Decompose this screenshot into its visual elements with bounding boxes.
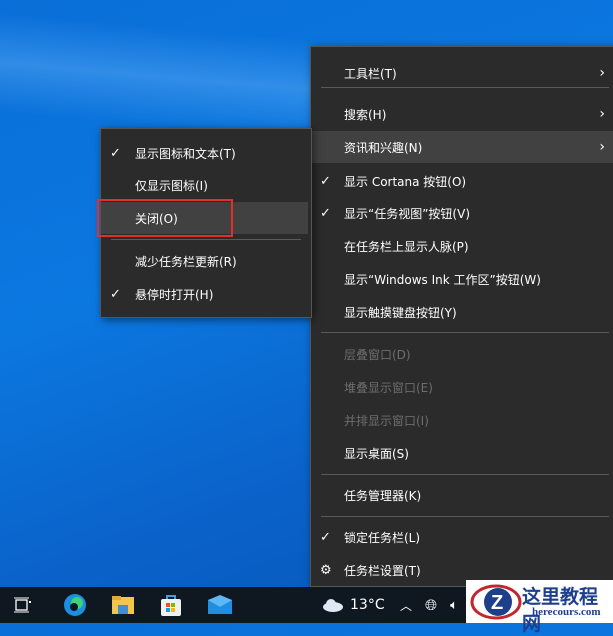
menu-item-label: 任务栏设置(T) (344, 563, 421, 578)
menu-item-12[interactable]: 显示桌面(S) (311, 437, 613, 469)
edge-icon[interactable] (58, 587, 92, 623)
menu-item-2[interactable]: 搜索(H) › (311, 98, 613, 130)
menu-item-label: 显示“任务视图”按钮(V) (344, 206, 471, 221)
menu-item-label: 减少任务栏更新(R) (135, 254, 237, 269)
menu-separator (321, 516, 609, 517)
watermark-url: herecours.com (532, 606, 601, 618)
menu-separator (111, 239, 301, 240)
menu-item-label: 搜索(H) (344, 107, 387, 122)
chevron-right-icon: › (599, 65, 605, 81)
menu-item-11: 并排显示窗口(I) (311, 404, 613, 436)
menu-item-label: 悬停时打开(H) (135, 287, 214, 302)
menu-item-2[interactable]: 仅显示图标(I) (101, 169, 311, 201)
menu-item-label: 显示触摸键盘按钮(Y) (344, 305, 457, 320)
checkmark-icon: ✓ (320, 205, 331, 221)
menu-item-3[interactable]: 资讯和兴趣(N) › (311, 131, 613, 163)
chevron-right-icon: › (599, 139, 605, 155)
menu-item-4[interactable]: ✓ 显示 Cortana 按钮(O) (311, 165, 613, 197)
menu-item-label: 仅显示图标(I) (135, 178, 208, 193)
menu-item-14[interactable]: ✓ 锁定任务栏(L) (311, 521, 613, 553)
weather-cloud-icon[interactable] (320, 587, 346, 623)
menu-item-6[interactable]: 在任务栏上显示人脉(P) (311, 230, 613, 262)
gear-icon: ⚙ (320, 562, 332, 578)
highlight-annotation (97, 199, 233, 237)
checkmark-icon: ✓ (320, 173, 331, 189)
menu-item-1[interactable]: 工具栏(T) › (311, 57, 613, 89)
menu-item-label: 工具栏(T) (344, 66, 397, 81)
menu-separator (321, 332, 609, 333)
temperature[interactable]: 13°C (350, 587, 385, 623)
menu-item-label: 显示“Windows Ink 工作区”按钮(W) (344, 272, 541, 287)
menu-item-label: 显示 Cortana 按钮(O) (344, 174, 467, 189)
mail-icon[interactable] (203, 587, 237, 623)
menu-item-7[interactable]: 显示“Windows Ink 工作区”按钮(W) (311, 263, 613, 295)
watermark-logo: Z 这里教程网 herecours.com (466, 580, 613, 635)
menu-item-label: 资讯和兴趣(N) (344, 140, 423, 155)
store-icon[interactable] (154, 587, 188, 623)
menu-item-label: 锁定任务栏(L) (344, 530, 421, 545)
menu-item-label: 并排显示窗口(I) (344, 413, 429, 428)
menu-item-5[interactable]: ✓ 悬停时打开(H) (101, 278, 311, 310)
menu-item-label: 在任务栏上显示人脉(P) (344, 239, 469, 254)
svg-text:Z: Z (491, 592, 503, 614)
menu-item-label: 显示桌面(S) (344, 446, 409, 461)
menu-item-8[interactable]: 显示触摸键盘按钮(Y) (311, 296, 613, 328)
checkmark-icon: ✓ (320, 529, 331, 545)
menu-item-label: 堆叠显示窗口(E) (344, 380, 433, 395)
network-globe-icon[interactable]: 🌐︎ (421, 587, 441, 623)
menu-item-4[interactable]: 减少任务栏更新(R) (101, 245, 311, 277)
checkmark-icon: ✓ (110, 286, 121, 302)
file-explorer-icon[interactable] (106, 587, 140, 623)
menu-item-9: 层叠窗口(D) (311, 338, 613, 370)
menu-item-label: 层叠窗口(D) (344, 347, 411, 362)
volume-icon[interactable]: 🔈︎ (445, 587, 463, 623)
task-view-icon[interactable] (8, 587, 38, 623)
menu-item-label: 显示图标和文本(T) (135, 146, 236, 161)
show-hidden-icons-chevron-icon[interactable]: ︿ (398, 587, 414, 623)
menu-separator (321, 474, 609, 475)
taskbar-context-menu: 工具栏(T) › 搜索(H) › 资讯和兴趣(N) › ✓ 显示 Cortana 按钮(O) ✓… (310, 46, 613, 587)
menu-item-10: 堆叠显示窗口(E) (311, 371, 613, 403)
chevron-right-icon: › (599, 106, 605, 122)
menu-item-1[interactable]: ✓ 显示图标和文本(T) (101, 137, 311, 169)
menu-separator (321, 87, 609, 88)
menu-item-13[interactable]: 任务管理器(K) (311, 479, 613, 511)
menu-item-label: 任务管理器(K) (344, 488, 422, 503)
menu-item-5[interactable]: ✓ 显示“任务视图”按钮(V) (311, 197, 613, 229)
checkmark-icon: ✓ (110, 145, 121, 161)
